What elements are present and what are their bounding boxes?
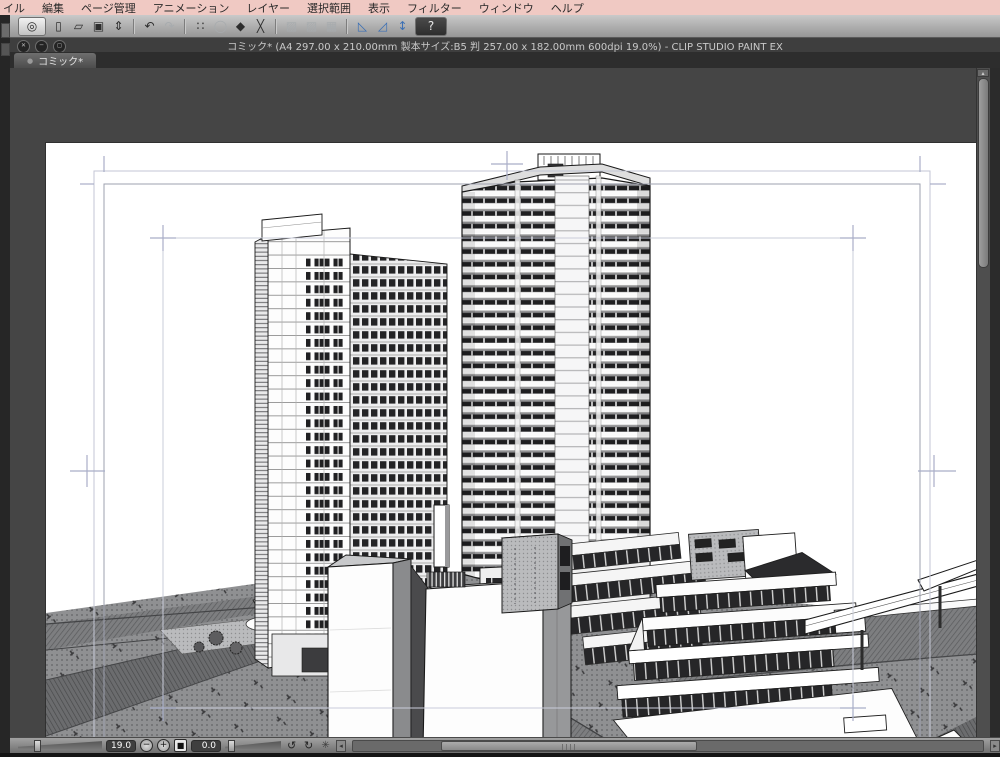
menu-edit[interactable]: 編集 xyxy=(42,0,64,16)
mask-icon-3[interactable]: ▦ xyxy=(324,18,339,35)
undo-icon[interactable]: ↶ xyxy=(142,18,157,35)
zoom-value: 19.0 xyxy=(106,739,137,752)
tab-label: コミック* xyxy=(38,57,84,68)
move-tool-icon[interactable]: ◯ xyxy=(213,18,228,35)
menu-animation[interactable]: アニメーション xyxy=(153,0,230,16)
scroll-up-button[interactable]: ▴ xyxy=(977,69,989,77)
rotation-value: 0.0 xyxy=(191,739,222,752)
transform-icon[interactable]: ╳ xyxy=(253,18,268,35)
menu-window[interactable]: ウィンドウ xyxy=(479,0,534,16)
desktop-edge xyxy=(0,753,1000,757)
toolbar-separator xyxy=(346,18,348,34)
save-file-icon[interactable]: ▣ xyxy=(91,18,106,35)
status-bar: 19.0 − + ■ 0.0 ↺ ↻ ✳ ◂ ▸ xyxy=(10,737,1000,753)
snap-grid-icon[interactable]: ↕ xyxy=(395,18,410,35)
scroll-right-button[interactable]: ▸ xyxy=(990,739,1000,752)
help-icon: ? xyxy=(427,18,435,33)
scrollbar-grip xyxy=(562,743,577,750)
toolbar-separator xyxy=(133,18,135,34)
save-stepper-icon[interactable]: ⇕ xyxy=(111,18,126,35)
window-right-edge xyxy=(990,68,1000,737)
zoom-slider[interactable] xyxy=(18,739,102,752)
menu-selection[interactable]: 選択範囲 xyxy=(307,0,351,16)
minimize-button[interactable]: ─ xyxy=(35,39,48,53)
snap-ruler-icon[interactable]: ◺ xyxy=(355,18,370,35)
menu-filter[interactable]: フィルター xyxy=(407,0,462,16)
fill-bucket-icon[interactable]: ◆ xyxy=(233,18,248,35)
zoom-out-button[interactable]: − xyxy=(140,739,154,752)
zoom-in-button[interactable]: + xyxy=(157,739,171,752)
menu-file[interactable]: イル xyxy=(3,0,25,16)
left-panel-edge xyxy=(0,15,10,757)
menu-layer[interactable]: レイヤー xyxy=(246,0,290,16)
canvas-viewport[interactable] xyxy=(10,68,990,757)
vertical-scrollbar-thumb[interactable] xyxy=(977,78,989,268)
zoom-slider-handle[interactable] xyxy=(34,739,41,752)
new-file-icon[interactable]: ▯ xyxy=(51,18,66,35)
panel-edge-block xyxy=(1,23,10,38)
fit-to-window-button[interactable]: ■ xyxy=(174,739,188,752)
scatter-select-icon[interactable]: ∷ xyxy=(193,18,208,35)
clip-studio-logo-button[interactable]: ◎ xyxy=(18,16,46,36)
tab-modified-dot: ● xyxy=(27,56,34,65)
zoom-slider-track xyxy=(18,741,102,750)
menu-view[interactable]: 表示 xyxy=(368,0,390,16)
snap-special-ruler-icon[interactable]: ◿ xyxy=(375,18,390,35)
toolbar-separator xyxy=(275,18,277,34)
clip-studio-logo-icon: ◎ xyxy=(26,18,38,33)
horizontal-scrollbar[interactable] xyxy=(352,739,984,752)
rotation-slider[interactable] xyxy=(225,739,282,752)
close-button[interactable]: ✕ xyxy=(17,39,30,53)
toolbar-separator xyxy=(184,18,186,34)
clip-studio-paint-window: イル 編集 ページ管理 アニメーション レイヤー 選択範囲 表示 フィルター ウ… xyxy=(0,0,1000,757)
document-title: コミック* (A4 297.00 x 210.00mm 製本サイズ:B5 判 2… xyxy=(227,41,783,53)
menu-page-manage[interactable]: ページ管理 xyxy=(81,0,136,16)
document-title-bar[interactable]: ✕ ─ ◻ コミック* (A4 297.00 x 210.00mm 製本サイズ:… xyxy=(10,38,1000,53)
redo-icon[interactable]: ↷ xyxy=(162,18,177,35)
rotate-ccw-button[interactable]: ↺ xyxy=(285,739,298,752)
reset-view-button[interactable]: ✳ xyxy=(319,740,332,751)
open-file-icon[interactable]: ▱ xyxy=(71,18,86,35)
menu-bar: イル 編集 ページ管理 アニメーション レイヤー 選択範囲 表示 フィルター ウ… xyxy=(0,0,1000,15)
canvas-page[interactable] xyxy=(46,143,978,757)
maximize-button[interactable]: ◻ xyxy=(53,39,66,53)
canvas-tab-bar: ● コミック* xyxy=(10,52,1000,68)
menu-help[interactable]: ヘルプ xyxy=(551,0,584,16)
scroll-left-button[interactable]: ◂ xyxy=(336,739,347,752)
window-controls: ✕ ─ ◻ xyxy=(17,39,66,53)
help-button[interactable]: ? xyxy=(415,16,447,36)
horizontal-scrollbar-thumb[interactable] xyxy=(441,740,698,751)
tab-comic[interactable]: ● コミック* xyxy=(14,53,97,68)
mask-icon-2[interactable]: ▨ xyxy=(304,18,319,35)
command-bar: ◎ ▯ ▱ ▣ ⇕ ↶ ↷ ∷ ◯ ◆ ╳ ▨ ▨ ▦ ◺ ◿ ↕ ? xyxy=(10,15,1000,38)
mask-icon-1[interactable]: ▨ xyxy=(284,18,299,35)
rotation-slider-handle[interactable] xyxy=(228,739,236,752)
panel-edge-block xyxy=(1,43,10,56)
rotate-cw-button[interactable]: ↻ xyxy=(302,739,315,752)
